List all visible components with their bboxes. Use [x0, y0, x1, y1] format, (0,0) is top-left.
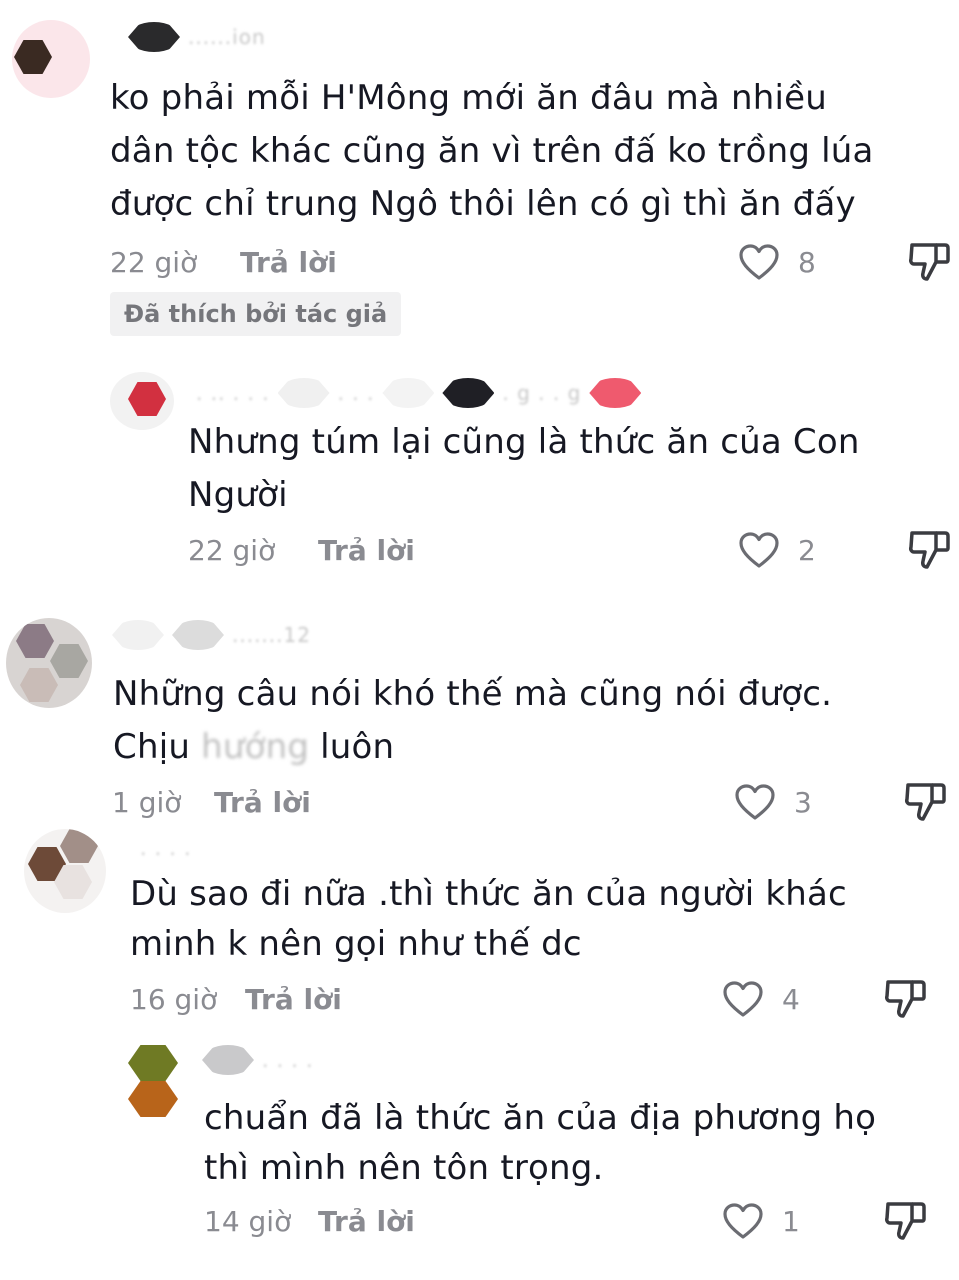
thumbs-down-icon[interactable]	[907, 240, 951, 282]
reply-button[interactable]: Trả lời	[318, 1205, 415, 1238]
like-count: 8	[798, 245, 816, 279]
comment-meta: 16 giờ Trả lời 4	[130, 979, 959, 1019]
like-count: 1	[782, 1204, 800, 1238]
reply-button[interactable]: Trả lời	[245, 983, 342, 1016]
reply-button[interactable]: Trả lời	[318, 534, 415, 567]
like-button[interactable]: 2	[738, 531, 816, 569]
username-blurred[interactable]: ......ion	[128, 22, 266, 52]
thumbs-down-icon[interactable]	[903, 780, 947, 822]
thumbs-down-icon[interactable]	[883, 1199, 927, 1241]
heart-outline-icon	[722, 980, 764, 1018]
heart-outline-icon	[738, 243, 780, 281]
like-count: 4	[782, 982, 800, 1016]
comment-meta: 22 giờ Trả lời 2	[188, 530, 959, 570]
comment-time: 22 giờ	[188, 533, 276, 567]
reply-item: . . . . chuẩn đã là thức ăn của địa phươ…	[0, 1035, 959, 1280]
comment-time: 1 giờ	[112, 785, 182, 819]
avatar[interactable]	[24, 829, 106, 913]
like-button[interactable]: 3	[734, 783, 812, 821]
reply-button[interactable]: Trả lời	[214, 786, 311, 819]
comment-meta: 14 giờ Trả lời 1	[204, 1201, 959, 1241]
comment-item: .......12 Những câu nói khó thế mà cũng …	[0, 610, 959, 830]
reply-button[interactable]: Trả lời	[240, 246, 337, 279]
comment-meta: 22 giờ Trả lời 8	[110, 242, 959, 282]
like-count: 3	[794, 785, 812, 819]
comment-time: 22 giờ	[110, 245, 198, 279]
like-button[interactable]: 4	[722, 980, 800, 1018]
avatar[interactable]	[110, 372, 174, 430]
like-button[interactable]: 1	[722, 1202, 800, 1240]
avatar[interactable]	[6, 618, 92, 708]
comment-text: chuẩn đã là thức ăn của địa phương họ th…	[204, 1098, 877, 1188]
heart-outline-icon	[722, 1202, 764, 1240]
liked-by-creator-badge: Đã thích bởi tác giả	[110, 292, 402, 336]
avatar[interactable]	[12, 20, 90, 98]
like-button[interactable]: 8	[738, 243, 816, 281]
comment-time: 16 giờ	[130, 982, 218, 1016]
comment-meta: 1 giờ Trả lời 3	[112, 782, 959, 822]
avatar[interactable]	[126, 1041, 182, 1121]
comment-item: ......ion ko phải mỗi H'Mông mới ăn đâu …	[0, 0, 959, 340]
thumbs-down-icon[interactable]	[907, 528, 951, 570]
comment-text: Nhưng túm lại cũng là thức ăn của Con Ng…	[188, 422, 860, 515]
heart-outline-icon	[738, 531, 780, 569]
username-blurred[interactable]: .......12	[112, 620, 311, 650]
heart-outline-icon	[734, 783, 776, 821]
username-blurred[interactable]: . . . .	[202, 1045, 314, 1075]
reply-item: . .. . . . . . . . g . . g Nhưng túm lại…	[0, 360, 959, 580]
comment-text: Những câu nói khó thế mà cũng nói được. …	[113, 674, 833, 767]
username-blurred[interactable]: . . . .	[140, 835, 192, 861]
like-count: 2	[798, 533, 816, 567]
censored-word: hướng	[201, 727, 310, 767]
comment-item: . . . . Dù sao đi nữa .thì thức ăn của n…	[0, 825, 959, 1035]
comment-text: Dù sao đi nữa .thì thức ăn của người khá…	[130, 874, 847, 964]
username-blurred[interactable]: . .. . . . . . . . g . . g	[196, 378, 642, 408]
comment-text: ko phải mỗi H'Mông mới ăn đâu mà nhiều d…	[110, 78, 874, 224]
comment-time: 14 giờ	[204, 1204, 292, 1238]
thumbs-down-icon[interactable]	[883, 977, 927, 1019]
